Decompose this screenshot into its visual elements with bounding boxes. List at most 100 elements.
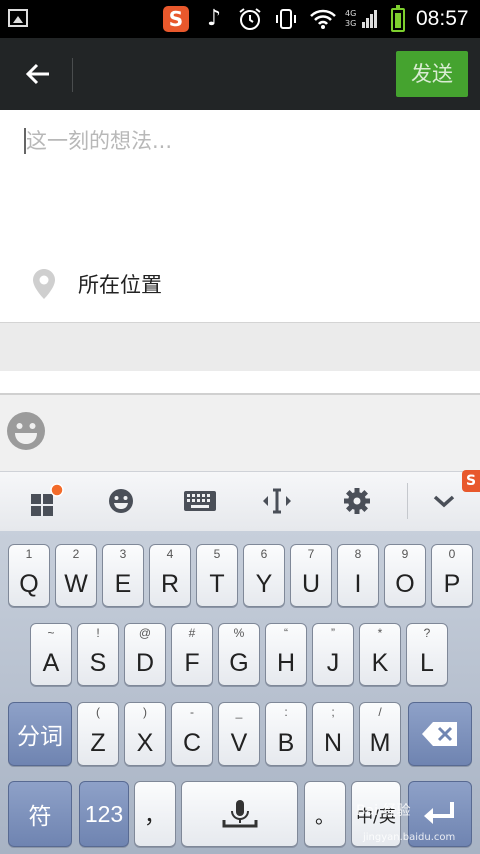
- sogou-logo-icon: S: [462, 470, 480, 492]
- key-secondary-label: 1: [25, 547, 33, 561]
- key-l[interactable]: ? L: [406, 623, 448, 686]
- key-label: U: [301, 570, 321, 598]
- collapse-chevron-icon[interactable]: [424, 481, 464, 521]
- key-label: I: [354, 570, 362, 598]
- section-strip: [0, 371, 480, 395]
- key-secondary-label: 7: [307, 547, 315, 561]
- key-j[interactable]: ” J: [312, 623, 354, 686]
- location-button[interactable]: 所在位置: [78, 268, 162, 302]
- arrow-left-icon[interactable]: [18, 52, 58, 96]
- key-z[interactable]: (Z: [77, 702, 119, 766]
- keyboard-toolbar: [0, 471, 480, 532]
- smiley-icon[interactable]: [6, 411, 46, 451]
- key-h[interactable]: “H: [265, 623, 307, 686]
- key-g[interactable]: % G: [218, 623, 260, 686]
- key-label: Q: [19, 570, 39, 598]
- key-label: H: [276, 649, 296, 677]
- key-label: X: [136, 729, 154, 757]
- key-label: W: [64, 570, 88, 598]
- period-key-label: 。: [315, 805, 335, 828]
- key-label: G: [229, 649, 249, 677]
- key-label: L: [420, 649, 434, 677]
- key-label: N: [323, 729, 343, 757]
- key-secondary-label: 3: [119, 547, 127, 561]
- key-secondary-label: ): [143, 705, 147, 719]
- key-label: O: [395, 570, 415, 598]
- header-divider: [72, 58, 73, 92]
- picture-icon: [8, 9, 28, 27]
- key-secondary-label: ~: [47, 626, 55, 640]
- symbol-key[interactable]: 符: [8, 781, 72, 847]
- period-key[interactable]: 。: [304, 781, 346, 847]
- key-x[interactable]: ) X: [124, 702, 166, 766]
- segment-key-label: 分词: [17, 724, 63, 750]
- key-label: D: [135, 649, 155, 677]
- key-secondary-label: 8: [354, 547, 362, 561]
- key-i[interactable]: 8I: [337, 544, 379, 607]
- clock: 08:57: [416, 7, 469, 30]
- battery-icon: [391, 5, 405, 32]
- apps-grid-icon[interactable]: [26, 481, 66, 521]
- comma-key-label: ，: [143, 803, 166, 828]
- key-label: R: [160, 570, 180, 598]
- key-k[interactable]: * K: [359, 623, 401, 686]
- key-label: K: [371, 649, 389, 677]
- key-secondary-label: 2: [72, 547, 80, 561]
- key-label: Y: [255, 570, 273, 598]
- key-secondary-label: /: [378, 705, 382, 719]
- key-c[interactable]: -C: [171, 702, 213, 766]
- cursor-move-icon[interactable]: [257, 481, 297, 521]
- sogou-icon: S: [163, 6, 189, 32]
- key-b[interactable]: :B: [265, 702, 307, 766]
- key-secondary-label: (: [96, 705, 100, 719]
- watermark-url: jingyan.baidu.com: [363, 832, 456, 843]
- post-text-input[interactable]: 这一刻的想法...: [26, 124, 172, 158]
- send-button[interactable]: 发送: [396, 51, 468, 97]
- key-r[interactable]: 4R: [149, 544, 191, 607]
- key-v[interactable]: _ V: [218, 702, 260, 766]
- alarm-icon: [236, 6, 264, 32]
- key-secondary-label: ”: [331, 626, 335, 640]
- key-secondary-label: _: [235, 705, 243, 719]
- key-e[interactable]: 3E: [102, 544, 144, 607]
- key-y[interactable]: 6Y: [243, 544, 285, 607]
- signal-bars-icon: [362, 10, 377, 28]
- key-label: S: [89, 649, 107, 677]
- key-d[interactable]: @ D: [124, 623, 166, 686]
- comma-key[interactable]: ，: [134, 781, 176, 847]
- key-label: Z: [90, 729, 106, 757]
- segment-key[interactable]: 分词: [8, 702, 72, 766]
- key-label: E: [114, 570, 132, 598]
- watermark-brand: Bai 经验: [356, 803, 411, 819]
- key-secondary-label: 5: [213, 547, 221, 561]
- key-s[interactable]: ! S: [77, 623, 119, 686]
- space-key[interactable]: [181, 781, 298, 847]
- key-t[interactable]: 5T: [196, 544, 238, 607]
- key-q[interactable]: 1Q: [8, 544, 50, 607]
- key-u[interactable]: 7U: [290, 544, 332, 607]
- emoji-icon[interactable]: [101, 481, 141, 521]
- key-a[interactable]: ~ A: [30, 623, 72, 686]
- key-w[interactable]: 2W: [55, 544, 97, 607]
- key-n[interactable]: ; N: [312, 702, 354, 766]
- backspace-key[interactable]: [408, 702, 472, 766]
- key-label: T: [209, 570, 225, 598]
- key-secondary-label: 0: [448, 547, 456, 561]
- section-gap: [0, 323, 480, 371]
- key-label: B: [277, 729, 295, 757]
- status-bar: S ♪ 4G 3G 08:57: [0, 0, 480, 38]
- music-muted-icon: ♪: [206, 6, 222, 31]
- keyboard-icon[interactable]: [180, 481, 220, 521]
- key-p[interactable]: 0P: [431, 544, 473, 607]
- numbers-key-label: 123: [84, 800, 124, 827]
- key-label: A: [42, 649, 60, 677]
- key-f[interactable]: # F: [171, 623, 213, 686]
- key-label: P: [443, 570, 461, 598]
- key-o[interactable]: 9O: [384, 544, 426, 607]
- key-secondary-label: 9: [401, 547, 409, 561]
- key-m[interactable]: / M: [359, 702, 401, 766]
- microphone-icon: [222, 800, 257, 828]
- key-secondary-label: -: [190, 705, 194, 719]
- settings-icon[interactable]: [337, 481, 377, 521]
- numbers-key[interactable]: 123: [79, 781, 129, 847]
